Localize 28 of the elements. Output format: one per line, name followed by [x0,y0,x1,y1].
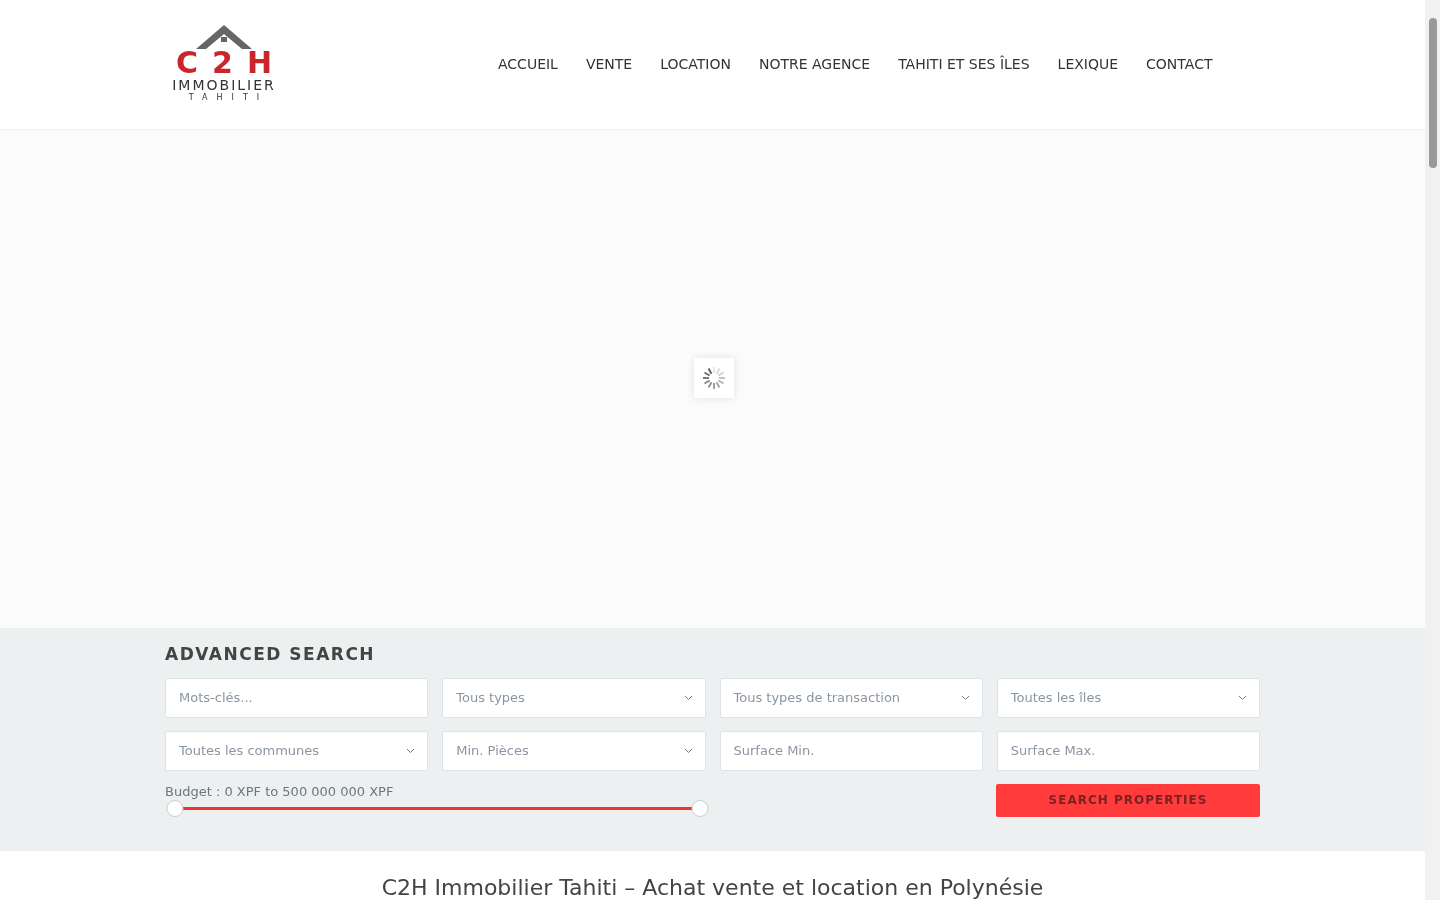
chevron-down-icon [406,747,416,754]
slider-handle[interactable] [691,800,709,818]
nav-link[interactable]: LEXIQUE [1057,56,1119,73]
budget-label: Budget : 0 XPF to 500 000 000 XPF [165,783,395,799]
page-heading: C2H Immobilier Tahiti – Achat vente et location en Polynésie [380,875,1045,900]
section-title: ADVANCED SEARCH [165,643,377,664]
range-slider[interactable] [166,799,709,818]
text-field[interactable]: Mots-clés... [165,677,429,718]
nav-link[interactable]: ACCUEIL [498,56,558,73]
logo-place: TAHITI [188,92,269,102]
scrollbar[interactable] [1425,0,1440,900]
spinner-icon [701,365,726,390]
chevron-down-icon [683,694,693,701]
logo-name: IMMOBILIER [172,76,276,93]
chevron-down-icon [683,747,693,754]
chevron-down-icon [960,694,970,701]
nav-link[interactable]: VENTE [585,56,633,73]
slider-handle[interactable] [166,800,184,818]
nav-link[interactable]: CONTACT [1146,56,1213,73]
nav-link[interactable]: NOTRE AGENCE [758,56,871,73]
logo[interactable]: C2H IMMOBILIER TAHITI [158,24,290,102]
nav-link[interactable]: LOCATION [660,56,731,73]
text-field[interactable]: Surface Max. [996,730,1260,771]
chevron-down-icon [1238,694,1247,701]
text-field[interactable]: Surface Min. [719,730,983,771]
logo-mark: C2H [176,48,286,77]
house-roof-icon [196,24,252,49]
nav-link[interactable]: TAHITI ET SES ÎLES [898,56,1030,73]
